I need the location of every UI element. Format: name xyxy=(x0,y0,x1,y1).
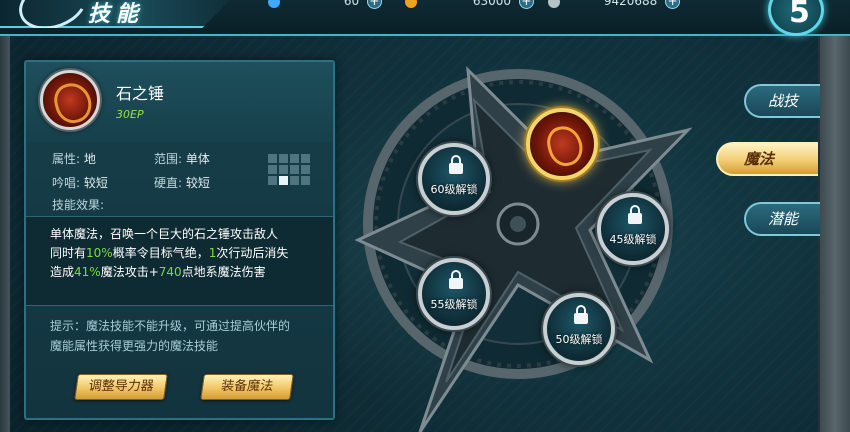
lock-icon xyxy=(449,270,463,289)
stone-hammer-skill-icon xyxy=(40,70,100,130)
attribute-value: 地 xyxy=(83,152,96,166)
gold-value: 63000 xyxy=(472,0,512,8)
effect-line-3: 造成41%魔法攻击+740点地系魔法伤害 xyxy=(50,265,266,279)
page-title: 技能 xyxy=(88,2,145,27)
chant-row: 吟唱: 较短 xyxy=(52,176,108,190)
effect-label: 技能效果: xyxy=(52,198,105,212)
chant-value: 较短 xyxy=(83,176,108,190)
skill-slot-4-locked[interactable]: 55级解锁 xyxy=(418,258,490,330)
right-frame xyxy=(818,36,850,432)
effect-line-2: 同时有10%概率令目标气绝，1次行动后消失 xyxy=(50,246,289,260)
skill-slot-1-equipped[interactable] xyxy=(526,108,598,180)
range-grid-icon xyxy=(268,154,312,186)
lock-icon xyxy=(628,205,642,224)
stiffness-row: 硬直: 较短 xyxy=(154,176,210,190)
gold-counter: 63000 + xyxy=(405,0,534,10)
title-arc-decoration xyxy=(11,0,95,28)
diamond-counter: 60 + xyxy=(268,0,382,10)
gold-coin-icon xyxy=(405,0,417,8)
hint-text: 提示：魔法技能不能升级，可通过提高伙伴的 魔能属性获得更强力的魔法技能 xyxy=(50,319,291,353)
back-icon: 5 xyxy=(789,0,810,30)
tab-potential[interactable]: 潜能 xyxy=(744,202,820,236)
add-silver-button[interactable]: + xyxy=(665,0,681,9)
skill-info-panel: 石之锤 30EP 属性: 地 范围: 单体 吟唱: 较短 硬直: 较短 技能效果… xyxy=(24,60,335,420)
add-diamond-button[interactable]: + xyxy=(366,0,382,9)
diamond-icon xyxy=(268,0,280,8)
silver-coin-icon xyxy=(548,0,560,8)
skill-slot-3-locked[interactable]: 50级解锁 xyxy=(543,293,615,365)
equip-magic-button[interactable]: 装备魔法 xyxy=(200,374,294,400)
tab-combat-skills[interactable]: 战技 xyxy=(744,84,820,118)
skill-slot-2-locked[interactable]: 45级解锁 xyxy=(597,193,669,265)
left-frame xyxy=(0,36,10,432)
range-row: 范围: 单体 xyxy=(154,152,210,166)
tab-magic[interactable]: 魔法 xyxy=(716,142,818,176)
attribute-row: 属性: 地 xyxy=(52,152,96,166)
lock-icon xyxy=(449,155,463,174)
title-plate: 技能 xyxy=(0,0,230,28)
silver-value: 9420688 xyxy=(603,0,658,8)
effect-line-1: 单体魔法，召唤一个巨大的石之锤攻击敌人 xyxy=(50,227,279,241)
skill-name: 石之锤 xyxy=(116,84,165,103)
adjust-orbment-button[interactable]: 调整导力器 xyxy=(74,374,168,400)
top-bar: 技能 60 + 63000 + 9420688 + 5 xyxy=(0,0,850,36)
diamond-value: 60 xyxy=(343,0,360,8)
range-value: 单体 xyxy=(185,152,210,166)
lock-icon xyxy=(574,305,588,324)
silver-counter: 9420688 + xyxy=(548,0,681,10)
skill-ep-cost: 30EP xyxy=(116,108,144,121)
add-gold-button[interactable]: + xyxy=(518,0,534,9)
wheel-hub-core xyxy=(510,216,526,232)
stiffness-value: 较短 xyxy=(185,176,210,190)
back-button[interactable]: 5 xyxy=(768,0,824,36)
skill-slot-5-locked[interactable]: 60级解锁 xyxy=(418,143,490,215)
effect-description: 单体魔法，召唤一个巨大的石之锤攻击敌人 同时有10%概率令目标气绝，1次行动后消… xyxy=(26,216,333,306)
